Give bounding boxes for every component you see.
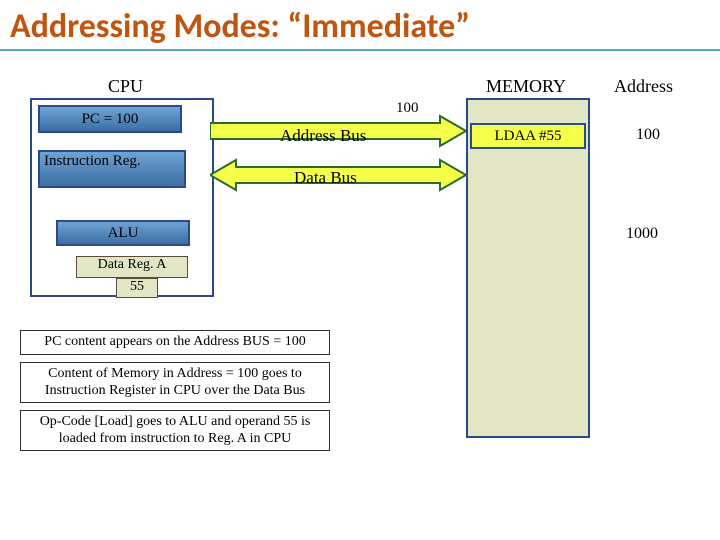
instruction-register: Instruction Reg. [38,150,186,188]
slide-title: Addressing Modes: “Immediate” [0,0,720,51]
data-reg-a-value: 55 [116,278,158,298]
memory-box [466,98,590,438]
memory-header: MEMORY [486,76,566,97]
memory-cell-100: LDAA #55 [470,123,586,149]
address-bus-label: Address Bus [280,126,366,146]
cpu-header: CPU [108,76,143,97]
address-header: Address [614,76,673,97]
data-bus-label: Data Bus [294,168,357,188]
note-3: Op-Code [Load] goes to ALU and operand 5… [20,410,330,451]
note-1: PC content appears on the Address BUS = … [20,330,330,355]
address-label-100: 100 [636,126,660,144]
address-label-1000: 1000 [626,225,658,243]
note-2: Content of Memory in Address = 100 goes … [20,362,330,403]
alu-box: ALU [56,220,190,246]
address-bus-value: 100 [396,100,419,117]
pc-register: PC = 100 [38,105,182,133]
data-reg-a-label: Data Reg. A [76,256,188,278]
